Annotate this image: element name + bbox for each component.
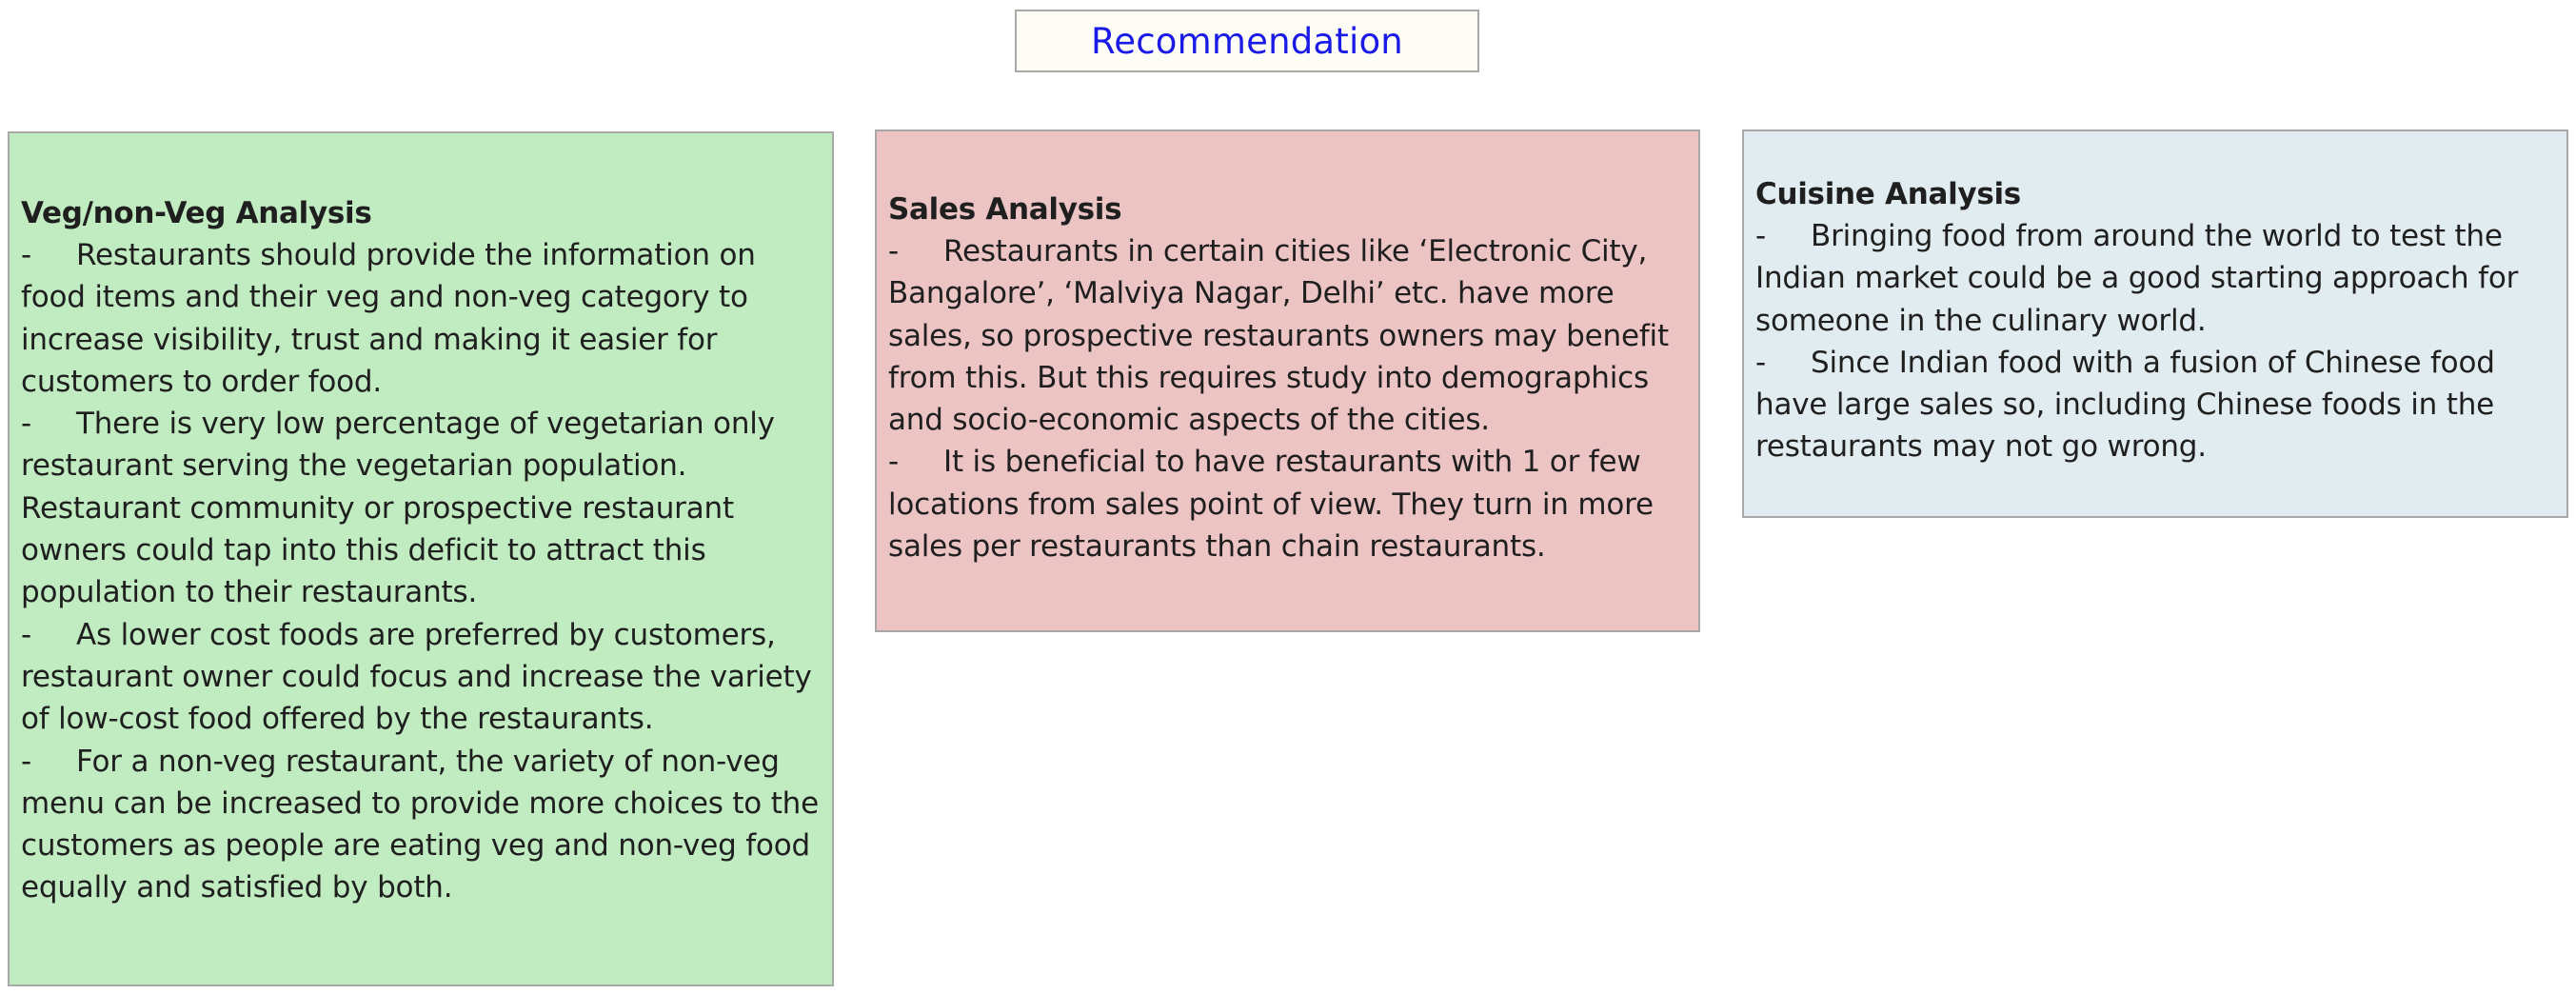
veg-item-3: - As lower cost foods are preferred by cu… — [21, 614, 822, 741]
bullet-dash: - — [888, 445, 899, 480]
cuisine-item-text: Since Indian food with a fusion of Chine… — [1755, 345, 2495, 465]
cuisine-analysis-panel: Cuisine Analysis - Bringing food from aro… — [1742, 129, 2568, 518]
bullet-dash: - — [21, 238, 31, 272]
cuisine-item-text: Bringing food from around the world to t… — [1755, 219, 2519, 338]
veg-item-4: - For a non-veg restaurant, the variety o… — [21, 741, 822, 909]
veg-analysis-heading: Veg/non-Veg Analysis — [21, 196, 372, 230]
veg-item-text: Restaurants should provide the informati… — [21, 238, 756, 399]
cuisine-item-2: - Since Indian food with a fusion of Chin… — [1755, 342, 2557, 468]
veg-item-text: For a non-veg restaurant, the variety of… — [21, 744, 819, 905]
veg-analysis-panel: Veg/non-Veg Analysis - Restaurants should… — [8, 131, 834, 986]
sales-item-text: Restaurants in certain cities like ‘Elec… — [888, 234, 1669, 438]
page-title: Recommendation — [1091, 20, 1403, 62]
sales-item-text: It is beneficial to have restaurants wit… — [888, 445, 1654, 565]
sales-item-2: - It is beneficial to have restaurants wi… — [888, 441, 1689, 567]
sales-analysis-panel: Sales Analysis - Restaurants in certain c… — [875, 129, 1700, 632]
bullet-dash: - — [21, 407, 31, 442]
veg-item-text: There is very low percentage of vegetari… — [21, 407, 775, 610]
sales-item-1: - Restaurants in certain cities like ‘Ele… — [888, 230, 1689, 441]
bullet-dash: - — [1755, 345, 1766, 380]
veg-item-1: - Restaurants should provide the informat… — [21, 234, 822, 403]
veg-item-2: - There is very low percentage of vegetar… — [21, 403, 822, 613]
bullet-dash: - — [1755, 219, 1766, 253]
sales-analysis-heading: Sales Analysis — [888, 192, 1122, 227]
page-title-box: Recommendation — [1015, 10, 1479, 72]
bullet-dash: - — [888, 234, 899, 268]
bullet-dash: - — [21, 744, 31, 779]
veg-item-text: As lower cost foods are preferred by cus… — [21, 617, 812, 737]
bullet-dash: - — [21, 617, 31, 652]
cuisine-analysis-heading: Cuisine Analysis — [1755, 177, 2021, 211]
cuisine-item-1: - Bringing food from around the world to … — [1755, 215, 2557, 342]
